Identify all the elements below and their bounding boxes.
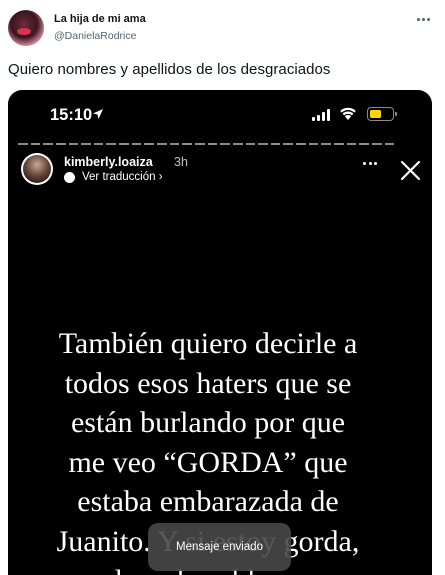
cellular-signal-icon bbox=[312, 109, 330, 121]
story-progress-segment bbox=[270, 143, 281, 145]
story-progress-segment bbox=[106, 143, 117, 145]
more-horizontal-icon bbox=[416, 17, 420, 21]
story-progress-segment bbox=[30, 143, 41, 145]
location-arrow-icon bbox=[93, 109, 103, 119]
story-text-line: También quiero decirle a bbox=[58, 327, 358, 360]
story-text-line: me veo “GORDA” que bbox=[68, 445, 348, 479]
see-translation-button[interactable]: Ver traducción › bbox=[82, 171, 163, 183]
tweet-header: La hija de mi ama @DanielaRodrice bbox=[0, 0, 445, 52]
tweet-text: Quiero nombres y apellidos de los desgra… bbox=[8, 61, 331, 78]
more-options-button[interactable] bbox=[411, 10, 435, 28]
story-avatar[interactable] bbox=[21, 153, 53, 185]
story-progress-segment bbox=[157, 143, 167, 145]
story-progress-segment bbox=[384, 143, 395, 145]
story-progress-segment bbox=[68, 143, 79, 145]
story-progress-segment bbox=[308, 143, 319, 145]
story-more-button[interactable] bbox=[363, 162, 377, 165]
story-progress-segment bbox=[283, 143, 294, 145]
story-progress-segment bbox=[346, 143, 357, 145]
story-progress-segment bbox=[43, 143, 53, 145]
status-bar-time: 15:10 bbox=[50, 106, 93, 124]
story-text-line: están burlando por que bbox=[70, 406, 346, 439]
user-avatar[interactable] bbox=[8, 10, 44, 46]
story-progress-segment bbox=[182, 143, 192, 145]
see-translation-label: Ver traducción bbox=[82, 171, 156, 183]
chevron-right-icon: › bbox=[158, 171, 163, 183]
story-time-ago: 3h bbox=[174, 155, 188, 169]
display-name[interactable]: La hija de mi ama bbox=[54, 13, 146, 25]
wifi-icon bbox=[340, 107, 356, 120]
story-progress-segment bbox=[296, 143, 306, 145]
story-progress-segment bbox=[119, 143, 129, 145]
story-progress-segment bbox=[194, 143, 205, 145]
message-sent-toast: Mensaje enviado bbox=[148, 523, 291, 571]
story-progress-segment bbox=[55, 143, 66, 145]
battery-icon bbox=[367, 107, 397, 121]
story-progress-segment bbox=[144, 143, 155, 145]
story-progress-segment bbox=[321, 143, 332, 145]
story-text-line: todos esos haters que se bbox=[64, 366, 352, 400]
story-progress-segment bbox=[169, 143, 180, 145]
story-progress-segment bbox=[371, 143, 382, 145]
tweet-media-image[interactable]: 15:10 kimberly.loaiza 3h Ver traducción … bbox=[8, 90, 432, 575]
story-progress-segment bbox=[18, 143, 28, 145]
story-progress-segment bbox=[245, 143, 256, 145]
story-progress-segment bbox=[93, 143, 104, 145]
story-progress-segment bbox=[232, 143, 243, 145]
translate-icon[interactable] bbox=[64, 172, 75, 183]
story-progress-segment bbox=[131, 143, 142, 145]
story-text-line: estaba embarazada de bbox=[77, 485, 339, 518]
story-progress-segment bbox=[81, 143, 91, 145]
story-progress-segment bbox=[359, 143, 369, 145]
story-username[interactable]: kimberly.loaiza bbox=[64, 155, 153, 169]
story-progress-segment bbox=[220, 143, 230, 145]
story-progress-bar bbox=[18, 143, 395, 145]
more-horizontal-icon bbox=[363, 162, 366, 165]
story-progress-segment bbox=[334, 143, 344, 145]
story-progress-segment bbox=[258, 143, 268, 145]
story-progress-segment bbox=[207, 143, 218, 145]
close-icon[interactable] bbox=[400, 160, 421, 181]
user-handle[interactable]: @DanielaRodrice bbox=[54, 30, 136, 42]
